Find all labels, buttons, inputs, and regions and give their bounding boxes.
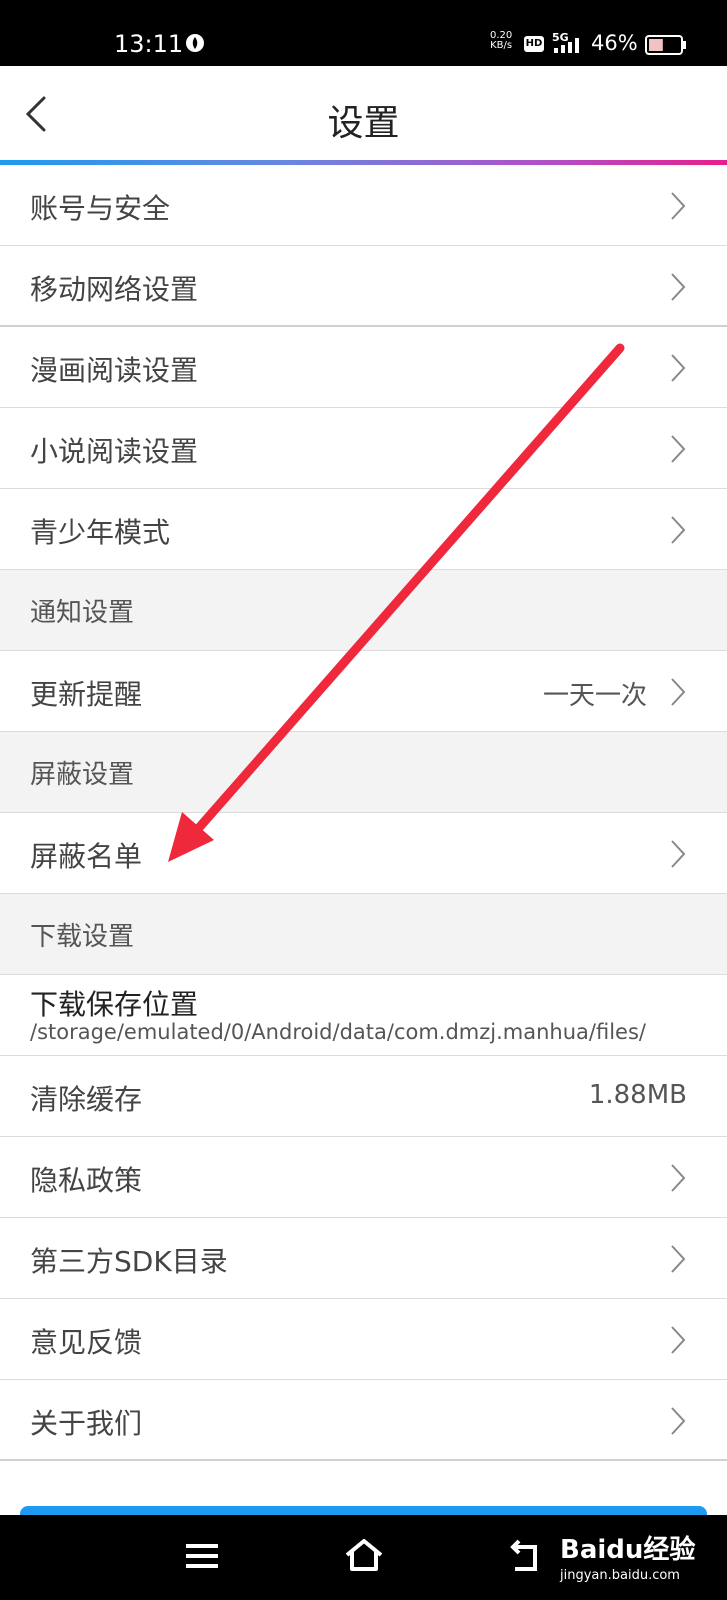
chevron-right-icon <box>671 1407 686 1435</box>
watermark-logo: Baidu经验 <box>560 1535 696 1565</box>
home-icon[interactable] <box>343 1537 385 1573</box>
chevron-right-icon <box>671 678 686 706</box>
row-label: 下载保存位置 <box>30 988 199 1021</box>
settings-list: 账号与安全 移动网络设置 漫画阅读设置 小说阅读设置 青少年模式 通知设置 更新… <box>0 165 727 1461</box>
section-label: 下载设置 <box>30 922 135 952</box>
row-label: 漫画阅读设置 <box>30 354 199 387</box>
chevron-right-icon <box>671 1326 686 1354</box>
settings-row-download-location[interactable]: 下载保存位置 /storage/emulated/0/Android/data/… <box>0 975 727 1056</box>
section-label: 屏蔽设置 <box>30 760 135 790</box>
row-label: 清除缓存 <box>30 1083 143 1116</box>
row-label: 屏蔽名单 <box>30 840 143 873</box>
section-header-block: 屏蔽设置 <box>0 732 727 813</box>
battery-percent: 46% <box>591 31 638 55</box>
app-header: 设置 <box>0 66 727 162</box>
settings-row-third-party-sdk[interactable]: 第三方SDK目录 <box>0 1218 727 1299</box>
system-nav-bar: Baidu经验 jingyan.baidu.com <box>0 1515 727 1600</box>
row-label: 意见反馈 <box>30 1326 143 1359</box>
download-path-value: /storage/emulated/0/Android/data/com.dmz… <box>30 1020 646 1044</box>
settings-row-block-list[interactable]: 屏蔽名单 <box>0 813 727 894</box>
row-label: 青少年模式 <box>30 516 171 549</box>
chevron-right-icon <box>671 840 686 868</box>
status-bar: 13:11 0.20 KB/s HD 5G 46% <box>0 0 727 66</box>
row-label: 小说阅读设置 <box>30 435 199 468</box>
settings-row-update-reminder[interactable]: 更新提醒 一天一次 <box>0 651 727 732</box>
back-nav-icon[interactable] <box>505 1537 545 1573</box>
settings-row-mobile-network[interactable]: 移动网络设置 <box>0 246 727 327</box>
section-label: 通知设置 <box>30 598 135 628</box>
chevron-right-icon <box>671 435 686 463</box>
row-label: 更新提醒 <box>30 678 143 711</box>
signal-5g-icon: 5G <box>552 31 579 53</box>
settings-row-clear-cache[interactable]: 清除缓存 1.88MB <box>0 1056 727 1137</box>
cache-size-value: 1.88MB <box>588 1080 687 1110</box>
chevron-right-icon <box>671 192 686 220</box>
menu-icon[interactable] <box>184 1541 220 1571</box>
row-label: 隐私政策 <box>30 1164 143 1197</box>
chevron-right-icon <box>671 1164 686 1192</box>
network-speed-unit: KB/s <box>490 40 513 51</box>
status-time: 13:11 <box>114 30 184 58</box>
hd-badge: HD <box>524 36 544 52</box>
row-label: 关于我们 <box>30 1407 143 1440</box>
settings-row-about-us[interactable]: 关于我们 <box>0 1380 727 1461</box>
settings-row-teen-mode[interactable]: 青少年模式 <box>0 489 727 570</box>
network-type: 5G <box>552 31 569 44</box>
battery-icon <box>645 35 686 55</box>
row-label: 账号与安全 <box>30 192 171 225</box>
settings-row-account-security[interactable]: 账号与安全 <box>0 165 727 246</box>
settings-row-feedback[interactable]: 意见反馈 <box>0 1299 727 1380</box>
row-label: 移动网络设置 <box>30 273 199 306</box>
update-frequency-value: 一天一次 <box>542 681 647 711</box>
app-notification-icon <box>186 34 204 52</box>
settings-row-privacy-policy[interactable]: 隐私政策 <box>0 1137 727 1218</box>
chevron-right-icon <box>671 1245 686 1273</box>
section-header-download: 下载设置 <box>0 894 727 975</box>
chevron-right-icon <box>671 273 686 301</box>
row-label: 第三方SDK目录 <box>30 1245 228 1278</box>
baidu-jingyan-watermark: Baidu经验 jingyan.baidu.com <box>560 1529 695 1583</box>
watermark-site: jingyan.baidu.com <box>560 1568 680 1583</box>
page-title: 设置 <box>327 103 400 144</box>
section-header-notification: 通知设置 <box>0 570 727 651</box>
settings-row-comic-reading[interactable]: 漫画阅读设置 <box>0 327 727 408</box>
network-speed: 0.20 KB/s <box>490 31 512 51</box>
chevron-right-icon <box>671 516 686 544</box>
settings-row-novel-reading[interactable]: 小说阅读设置 <box>0 408 727 489</box>
chevron-right-icon <box>671 354 686 382</box>
